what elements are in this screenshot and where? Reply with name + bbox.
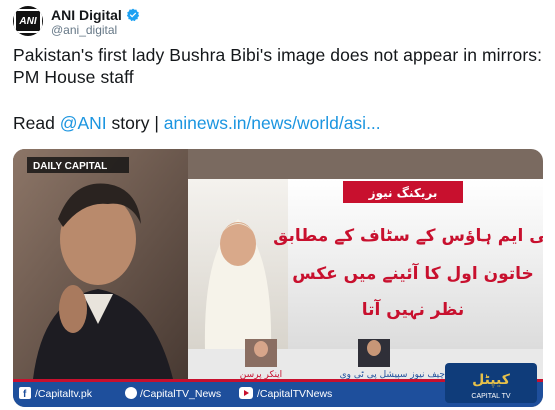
- anchor-label: اینکر پرسن: [240, 370, 282, 380]
- breaking-news-label: بریکنگ نیوز: [368, 186, 438, 201]
- ticker-youtube-handle: /CapitalTVNews: [257, 388, 332, 400]
- channel-logo-text: DAILY CAPITAL: [33, 161, 107, 172]
- display-name[interactable]: ANI Digital: [51, 7, 122, 23]
- avatar-logo: ANI: [14, 9, 42, 33]
- news-broadcast-frame: DAILY CAPITAL بریکنگ نیوز پی ایم ہاؤس کے…: [13, 149, 543, 407]
- ticker-facebook-handle: /Capitaltv.pk: [35, 388, 93, 400]
- headline-line-1: پی ایم ہاؤس کے سٹاف کے مطابق: [273, 226, 543, 246]
- tweet-body: Pakistan's first lady Bushra Bibi's imag…: [13, 45, 543, 87]
- name-row: ANI Digital: [51, 7, 140, 23]
- verified-badge-icon: [126, 8, 139, 22]
- headline-line-2: خاتون اول کا آئینے میں عکس: [292, 262, 534, 284]
- tweet-text: Pakistan's first lady Bushra Bibi's imag…: [13, 44, 543, 88]
- read-prefix: Read: [13, 113, 55, 133]
- ticker-twitter-handle: /CapitalTV_News: [140, 388, 221, 400]
- channel-logo: DAILY CAPITAL: [27, 157, 129, 173]
- mention-link[interactable]: @ANI: [60, 113, 107, 133]
- capital-tv-corner-logo: کیپٹل CAPITAL TV: [445, 363, 537, 403]
- youtube-icon: [239, 387, 253, 399]
- read-mid-text: story |: [111, 113, 159, 133]
- corner-logo-urdu: کیپٹل: [472, 372, 511, 388]
- story-link[interactable]: aninews.in/news/world/asi...: [164, 113, 381, 133]
- user-handle[interactable]: @ani_digital: [51, 23, 117, 37]
- tweet-header: ANI ANI Digital @ani_digital: [13, 6, 313, 37]
- headline-line-3: نظر نہیں آتا: [362, 298, 465, 320]
- corner-logo-en: CAPITAL TV: [471, 393, 510, 400]
- twitter-icon: [125, 387, 137, 399]
- read-story-line: Read @ANI story | aninews.in/news/world/…: [13, 112, 381, 134]
- facebook-icon: f: [19, 387, 31, 400]
- avatar[interactable]: ANI: [13, 6, 43, 36]
- tweet-media-image[interactable]: DAILY CAPITAL بریکنگ نیوز پی ایم ہاؤس کے…: [13, 149, 543, 407]
